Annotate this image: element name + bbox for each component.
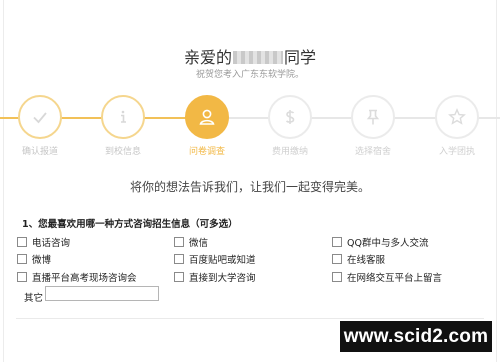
- checkbox[interactable]: [332, 254, 342, 264]
- step-label: 问卷调查: [188, 147, 225, 157]
- checkbox[interactable]: [17, 254, 27, 264]
- option-online-platform-message[interactable]: 在网络交互平台上留言: [332, 270, 442, 284]
- greeting-prefix: 亲爱的: [183, 48, 232, 67]
- option-wechat[interactable]: 微信: [174, 235, 208, 249]
- option-label: 直播平台高考现场咨询会: [32, 273, 137, 284]
- step-circle: [18, 95, 62, 139]
- step-survey[interactable]: 问卷调查: [177, 95, 237, 157]
- option-label: 在网络交互平台上留言: [347, 273, 443, 284]
- blurred-name: [233, 51, 283, 64]
- checkbox[interactable]: [332, 272, 342, 282]
- step-circle: [351, 95, 395, 139]
- question-title: 1、您最喜欢用哪一种方式咨询招生信息（可多选）: [22, 219, 238, 230]
- pin-icon: [366, 109, 380, 125]
- step-circle: [101, 95, 145, 139]
- step-circle: [435, 95, 479, 139]
- step-circle: [268, 95, 312, 139]
- section-divider: [16, 318, 484, 319]
- subtitle: 祝贺您考入广东东软学院。: [195, 70, 304, 80]
- step-confirm-report[interactable]: 确认报道: [10, 95, 70, 157]
- step-enrollment-receipt[interactable]: 入学团执: [427, 95, 487, 157]
- progress-steps: 确认报道 到校信息 问卷调查 费用缴纳 选择宿舍 入学团执: [0, 95, 500, 160]
- checkbox[interactable]: [17, 237, 27, 247]
- other-label: 其它: [24, 293, 44, 304]
- step-label: 到校信息: [104, 147, 141, 157]
- greeting: 亲爱的 同学: [0, 44, 500, 68]
- step-circle: [185, 95, 229, 139]
- registration-page: 亲爱的 同学 祝贺您考入广东东软学院。 确认报道 到校信息 问卷调查 费用缴纳 …: [0, 0, 500, 362]
- option-label: 电话咨询: [32, 238, 71, 249]
- option-phone-consult[interactable]: 电话咨询: [17, 235, 70, 249]
- step-label: 选择宿舍: [354, 147, 391, 157]
- checkbox[interactable]: [174, 272, 184, 282]
- star-icon: [448, 108, 466, 125]
- option-live-stream[interactable]: 直播平台高考现场咨询会: [17, 270, 137, 284]
- option-baidu-tieba[interactable]: 百度贴吧或知道: [174, 252, 256, 266]
- option-label: QQ群中与多人交流: [347, 238, 429, 249]
- option-label: 直接到大学咨询: [189, 273, 256, 284]
- step-label: 入学团执: [438, 147, 475, 157]
- option-label: 微信: [189, 238, 209, 249]
- step-arrival-info[interactable]: 到校信息: [93, 95, 153, 157]
- checkbox[interactable]: [332, 237, 342, 247]
- checkbox[interactable]: [174, 254, 184, 264]
- option-label: 在线客服: [347, 255, 386, 266]
- info-icon: [121, 110, 126, 123]
- option-visit-university[interactable]: 直接到大学咨询: [174, 270, 256, 284]
- option-qq-group[interactable]: QQ群中与多人交流: [332, 235, 428, 249]
- survey-tagline: 将你的想法告诉我们，让我们一起变得完美。: [129, 180, 370, 194]
- option-online-service[interactable]: 在线客服: [332, 252, 385, 266]
- user-icon: [199, 109, 215, 125]
- option-weibo[interactable]: 微博: [17, 252, 51, 266]
- checkbox[interactable]: [174, 237, 184, 247]
- checkbox[interactable]: [17, 272, 27, 282]
- step-label: 确认报道: [21, 147, 58, 157]
- option-label: 百度贴吧或知道: [189, 255, 256, 266]
- dollar-icon: [285, 110, 295, 124]
- greeting-suffix: 同学: [284, 48, 317, 67]
- watermark: www.scid2.com: [340, 321, 492, 352]
- check-icon: [33, 112, 47, 124]
- step-label: 费用缴纳: [271, 147, 308, 157]
- other-input[interactable]: [45, 286, 159, 301]
- option-label: 微博: [32, 255, 52, 266]
- step-choose-dorm[interactable]: 选择宿舍: [343, 95, 403, 157]
- step-fee-payment[interactable]: 费用缴纳: [260, 95, 320, 157]
